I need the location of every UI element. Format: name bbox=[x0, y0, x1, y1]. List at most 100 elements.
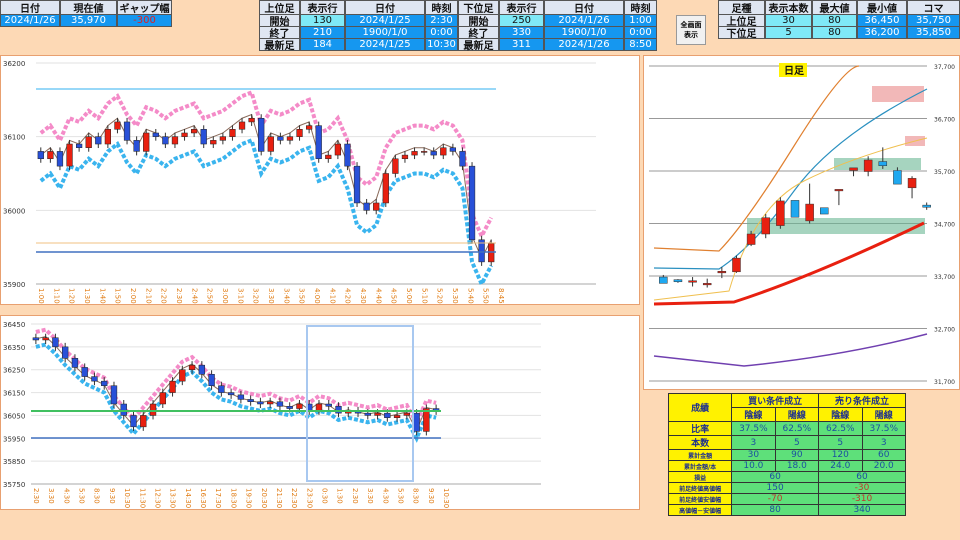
candle bbox=[237, 394, 245, 400]
top-left-value: -300 bbox=[117, 14, 172, 27]
row-value: 5 bbox=[774, 435, 820, 450]
candle bbox=[878, 161, 888, 167]
lower-header: 表示行 bbox=[499, 0, 544, 15]
row-value: 3 bbox=[731, 435, 776, 450]
x-tick-label: 3:30 bbox=[366, 488, 374, 504]
x-tick-label: 3:00 bbox=[221, 288, 229, 304]
candle bbox=[382, 173, 389, 204]
candle bbox=[76, 143, 83, 148]
row-value: 62.5% bbox=[818, 421, 863, 436]
x-tick-label: 2:30 bbox=[351, 488, 359, 504]
summary-cell: 5 bbox=[765, 26, 812, 39]
candle bbox=[110, 385, 118, 405]
y-tick-label: 34,700 bbox=[934, 222, 955, 229]
summary-header: 最小値 bbox=[857, 0, 907, 15]
row-value: 90 bbox=[774, 449, 820, 461]
x-tick-label: 9:30 bbox=[108, 488, 116, 504]
x-tick-label: 22:30 bbox=[290, 488, 298, 508]
zone bbox=[747, 218, 925, 234]
summary-cell: 80 bbox=[812, 26, 857, 39]
top-left-value: 35,970 bbox=[60, 14, 117, 27]
candle bbox=[191, 129, 198, 134]
candle bbox=[101, 380, 108, 386]
row-label: 本数 bbox=[667, 435, 733, 450]
candle bbox=[849, 167, 858, 171]
x-tick-label: 1:20 bbox=[68, 288, 76, 304]
x-tick-label: 17:30 bbox=[214, 488, 222, 508]
lower-30min-chart: 36450 36350 36250 36150 36050 35950 35850 35750… bbox=[0, 315, 640, 510]
candle bbox=[430, 151, 437, 156]
candle bbox=[159, 392, 166, 405]
candle bbox=[659, 276, 668, 284]
candle bbox=[37, 151, 44, 160]
fullscreen-button[interactable]: 全画面 表示 bbox=[676, 15, 706, 45]
candle bbox=[286, 136, 294, 141]
candle bbox=[61, 346, 69, 359]
candle bbox=[181, 132, 188, 137]
lower-header: 日付 bbox=[544, 0, 624, 15]
row-value: 37.5% bbox=[731, 421, 776, 436]
candle bbox=[732, 257, 741, 273]
candle bbox=[227, 392, 235, 396]
x-tick-label: 10:30 bbox=[123, 488, 131, 508]
candle bbox=[200, 129, 207, 145]
row-value: 150 bbox=[731, 482, 820, 494]
row-value: -310 bbox=[818, 493, 906, 505]
x-tick-label: 1:30 bbox=[336, 488, 344, 504]
candle bbox=[162, 136, 169, 145]
buy-yin: 陰線 bbox=[731, 407, 776, 422]
y-tick-label: 36000 bbox=[3, 207, 25, 215]
y-tick-label: 35950 bbox=[3, 435, 25, 443]
candle bbox=[449, 147, 456, 152]
candle bbox=[133, 140, 140, 152]
candle bbox=[81, 367, 88, 377]
row-value: 62.5% bbox=[774, 421, 820, 436]
x-tick-label: 4:30 bbox=[62, 488, 70, 504]
x-tick-label: 8:30 bbox=[93, 488, 101, 504]
x-tick-label: 3:40 bbox=[282, 288, 290, 304]
row-label: 累計金額 bbox=[667, 449, 733, 461]
x-tick-label: 4:20 bbox=[344, 288, 352, 304]
daily-chart: 37,700 36,700 35,700 34,700 33,700 32,700 31,7… bbox=[643, 55, 960, 390]
y-tick-label: 36100 bbox=[3, 134, 25, 142]
candle bbox=[296, 403, 303, 409]
x-tick-label: 10:30 bbox=[442, 488, 450, 508]
top-left-value: 2024/1/26 bbox=[0, 14, 60, 27]
candle bbox=[257, 401, 264, 405]
buy-header: 買い条件成立 bbox=[731, 393, 820, 408]
x-tick-label: 1:50 bbox=[114, 288, 122, 304]
candle bbox=[746, 233, 756, 245]
x-tick-label: 5:40 bbox=[466, 288, 474, 304]
row-value: -70 bbox=[731, 493, 820, 505]
y-tick-label: 35750 bbox=[3, 481, 25, 489]
row-value: 5 bbox=[818, 435, 863, 450]
summary-header: コマ bbox=[907, 0, 960, 15]
x-tick-label: 4:40 bbox=[374, 288, 382, 304]
x-tick-label: 4:30 bbox=[359, 288, 367, 304]
x-tick-label: 5:00 bbox=[405, 288, 413, 304]
row-value: -30 bbox=[818, 482, 906, 494]
y-tick-label: 36350 bbox=[3, 344, 25, 352]
upper-cell: 最新足 bbox=[259, 38, 300, 52]
candle bbox=[219, 136, 226, 141]
lower-cell: 最新足 bbox=[458, 38, 499, 52]
candle bbox=[66, 143, 73, 167]
row-value: 24.0 bbox=[818, 460, 863, 472]
candle bbox=[267, 136, 274, 152]
candle bbox=[123, 121, 131, 141]
x-tick-label: 23:30 bbox=[305, 488, 313, 508]
candle bbox=[790, 200, 800, 218]
y-tick-label: 36,700 bbox=[934, 117, 955, 124]
lower-band bbox=[39, 137, 493, 289]
candle bbox=[248, 118, 255, 123]
candle bbox=[403, 412, 411, 416]
summary-header: 最大値 bbox=[812, 0, 857, 15]
candle bbox=[56, 151, 64, 167]
candle bbox=[208, 374, 215, 386]
candle bbox=[32, 337, 40, 341]
lower-cell: 311 bbox=[499, 38, 544, 51]
candle bbox=[152, 132, 159, 137]
candle bbox=[421, 151, 428, 153]
candle bbox=[893, 170, 902, 185]
row-value: 20.0 bbox=[861, 460, 907, 472]
